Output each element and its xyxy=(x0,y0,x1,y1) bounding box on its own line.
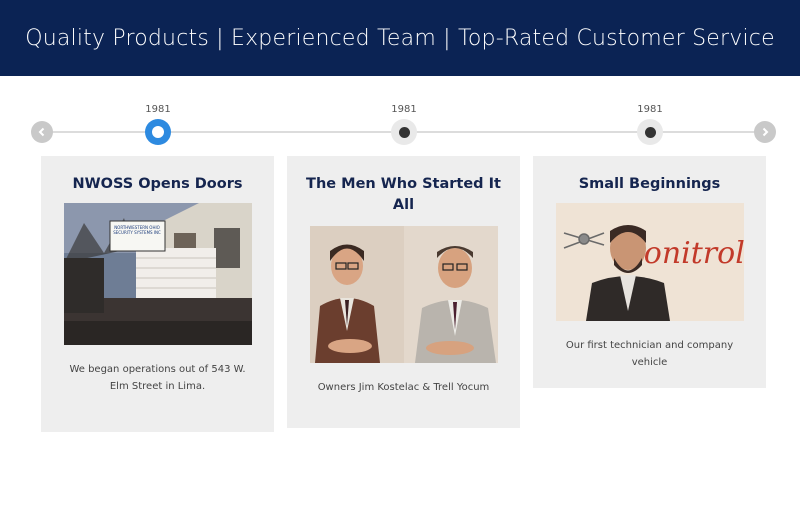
card-caption: Our first technician and company vehicle xyxy=(565,340,734,368)
timeline-card-1: NWOSS Opens Doors NORTHWESTERN OHIO SECU… xyxy=(41,156,274,432)
timeline-dot-3[interactable] xyxy=(637,119,663,145)
timeline-card-3: Small Beginnings Sonitrol Our first tech… xyxy=(533,156,766,388)
card-caption: We began operations out of 543 W. Elm St… xyxy=(69,364,246,392)
technician-photo: Sonitrol xyxy=(555,203,744,321)
timeline-card-2: The Men Who Started It All Owners Jim Ko… xyxy=(287,156,520,428)
timeline-next-button[interactable] xyxy=(754,121,776,143)
dot-center xyxy=(398,126,410,138)
timeline-year-1: 1981 xyxy=(145,104,171,115)
active-dot-center xyxy=(152,126,164,138)
tagline-text: Quality Products | Experienced Team | To… xyxy=(25,25,775,51)
founders-photo xyxy=(309,226,498,363)
card-title: The Men Who Started It All xyxy=(306,176,501,213)
card-title: NWOSS Opens Doors xyxy=(72,176,243,192)
chevron-right-icon xyxy=(762,127,769,137)
sign-text-2: SECURITY SYSTEMS INC xyxy=(113,230,161,235)
timeline-year-3: 1981 xyxy=(637,104,663,115)
timeline-dot-2[interactable] xyxy=(391,119,417,145)
card-title: Small Beginnings xyxy=(578,176,721,192)
tagline-banner: Quality Products | Experienced Team | To… xyxy=(0,0,800,76)
dot-center xyxy=(644,126,656,138)
timeline-dot-1[interactable] xyxy=(145,119,171,145)
timeline-year-2: 1981 xyxy=(391,104,417,115)
timeline-prev-button[interactable] xyxy=(31,121,53,143)
chevron-left-icon xyxy=(38,127,45,137)
storefront-photo: NORTHWESTERN OHIO SECURITY SYSTEMS INC xyxy=(63,203,252,345)
card-caption: Owners Jim Kostelac & Trell Yocum xyxy=(317,382,490,393)
